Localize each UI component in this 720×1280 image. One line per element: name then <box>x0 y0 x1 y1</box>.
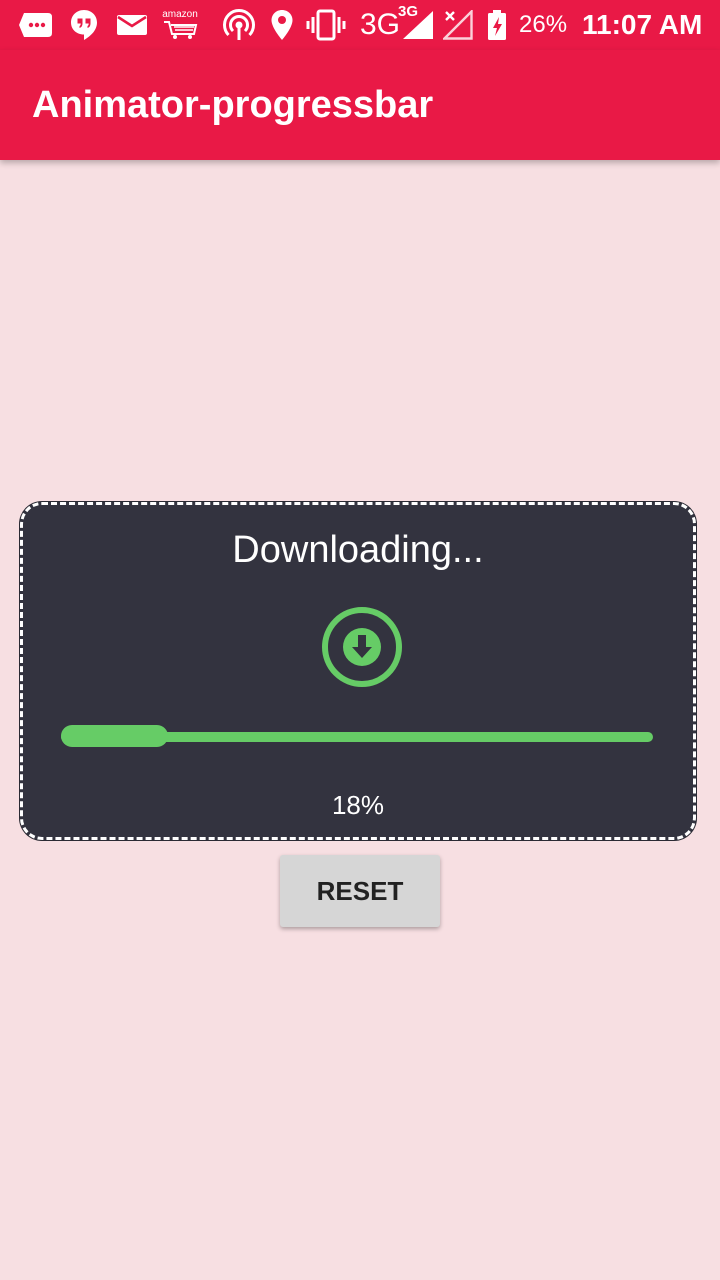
vibrate-icon <box>306 9 346 41</box>
download-status-title: Downloading... <box>232 529 484 571</box>
location-icon <box>270 9 294 41</box>
battery-charging-icon <box>486 9 508 41</box>
download-circle-icon <box>320 605 404 689</box>
no-signal-icon <box>443 9 473 41</box>
download-card: Downloading... 18% <box>20 502 696 840</box>
status-bar: amazon 3G 3G 26% 11:07 AM <box>0 0 720 50</box>
network-type-label: 3G <box>360 8 401 41</box>
hotspot-icon <box>222 9 256 41</box>
battery-percent: 26% <box>519 11 568 38</box>
app-bar: Animator-progressbar <box>0 50 720 160</box>
app-title: Animator-progressbar <box>32 84 434 126</box>
progress-percent: 18% <box>331 790 385 820</box>
status-time: 11:07 AM <box>582 9 703 40</box>
progress-fill <box>61 725 168 747</box>
hangouts-icon <box>70 9 98 41</box>
reset-button[interactable]: RESET <box>280 855 440 927</box>
amazon-icon: amazon <box>162 6 198 42</box>
messages-icon <box>18 9 54 41</box>
signal-icon <box>402 9 434 41</box>
email-icon <box>116 9 148 41</box>
